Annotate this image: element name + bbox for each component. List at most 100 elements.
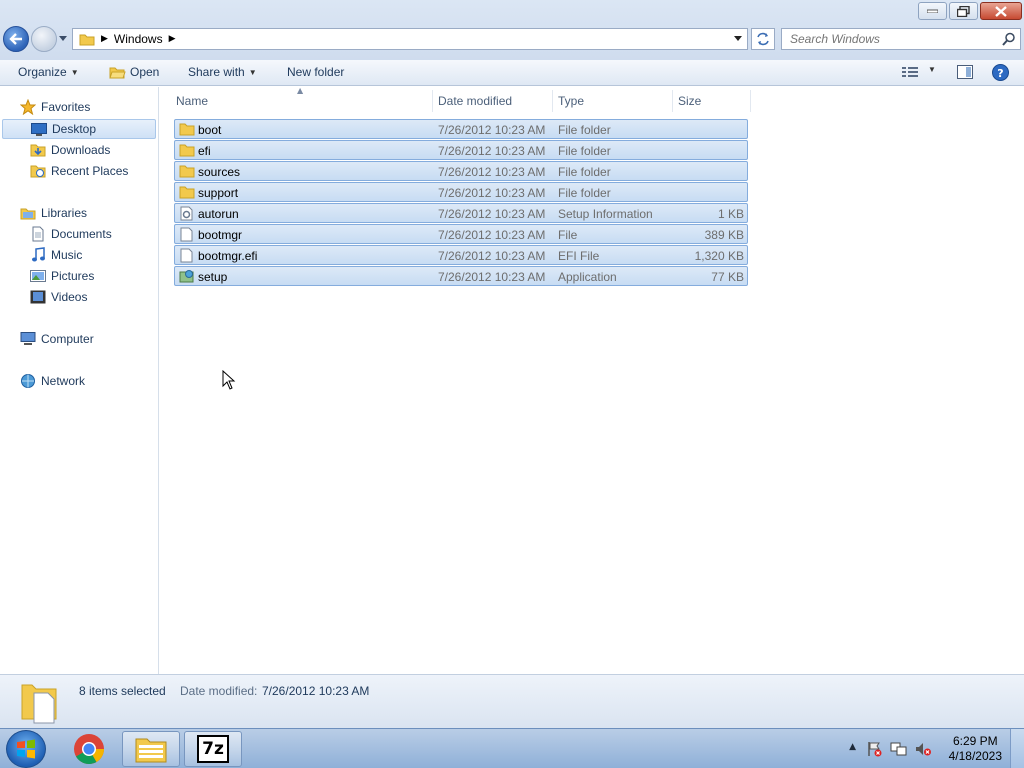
restore-icon: [957, 5, 970, 17]
nav-downloads[interactable]: Downloads: [30, 140, 110, 160]
window-controls: [918, 2, 1022, 20]
file-row-bootmgr[interactable]: bootmgr 7/26/2012 10:23 AM File 389 KB: [174, 224, 748, 244]
file-row-support[interactable]: support 7/26/2012 10:23 AM File folder: [174, 182, 748, 202]
star-icon: [20, 99, 36, 115]
file-name: autorun: [198, 207, 239, 221]
breadcrumb-separator-icon[interactable]: ▶: [169, 34, 176, 44]
nav-desktop-label: Desktop: [52, 122, 97, 136]
file-row-setup[interactable]: setup 7/26/2012 10:23 AM Application 77 …: [174, 266, 748, 286]
view-options-dropdown[interactable]: ▼: [928, 65, 936, 74]
file-row-sources[interactable]: sources 7/26/2012 10:23 AM File folder: [174, 161, 748, 181]
nav-music-label: Music: [51, 248, 83, 262]
navigation-buttons: [3, 26, 69, 52]
column-divider[interactable]: [432, 90, 433, 112]
taskbar-explorer[interactable]: [122, 731, 180, 767]
folder-icon: [179, 144, 195, 157]
file-type: Setup Information: [558, 207, 653, 221]
file-date: 7/26/2012 10:23 AM: [438, 228, 546, 242]
file-size: 1,320 KB: [694, 249, 744, 263]
nav-network[interactable]: Network: [20, 371, 85, 391]
column-name[interactable]: Name: [176, 94, 208, 108]
column-divider[interactable]: [552, 90, 553, 112]
back-arrow-icon: [9, 33, 22, 45]
windows-logo-icon: [17, 739, 35, 759]
close-icon: [995, 5, 1007, 17]
maximize-button[interactable]: [949, 2, 978, 20]
date-modified-value: 7/26/2012 10:23 AM: [262, 684, 370, 698]
file-type: File folder: [558, 123, 611, 137]
action-center-flag-icon[interactable]: [866, 741, 882, 757]
search-icon[interactable]: [1002, 32, 1016, 46]
open-button[interactable]: Open: [109, 65, 159, 79]
show-hidden-icons-icon[interactable]: ▲: [849, 742, 856, 752]
file-row-boot[interactable]: boot 7/26/2012 10:23 AM File folder: [174, 119, 748, 139]
folder-icon: [79, 34, 95, 46]
share-with-button[interactable]: Share with ▼: [188, 65, 257, 79]
nav-desktop[interactable]: Desktop: [2, 119, 156, 139]
column-divider[interactable]: [750, 90, 751, 112]
nav-recent-places[interactable]: Recent Places: [30, 161, 128, 181]
desktop-icon: [31, 122, 47, 136]
nav-recent-places-label: Recent Places: [51, 164, 129, 178]
organize-button[interactable]: Organize ▼: [18, 65, 79, 79]
clock-time: 6:29 PM: [952, 734, 998, 748]
minimize-button[interactable]: [918, 2, 947, 20]
multiple-files-icon: [21, 684, 57, 724]
clock[interactable]: 6:29 PM 4/18/2023: [949, 734, 1002, 764]
7zip-icon: 7z: [197, 735, 229, 763]
breadcrumb-windows[interactable]: Windows: [114, 32, 163, 46]
nav-documents[interactable]: Documents: [30, 224, 112, 244]
recent-places-icon: [30, 165, 46, 178]
change-view-button[interactable]: [902, 66, 918, 78]
videos-icon: [30, 290, 46, 304]
file-date: 7/26/2012 10:23 AM: [438, 270, 546, 284]
nav-pictures[interactable]: Pictures: [30, 266, 94, 286]
explorer-icon: [135, 738, 167, 763]
taskbar-chrome[interactable]: [60, 731, 118, 767]
taskbar-7zip[interactable]: 7z: [184, 731, 242, 767]
column-headers: ▲ Name Date modified Type Size: [171, 86, 751, 112]
close-button[interactable]: [980, 2, 1022, 20]
column-type[interactable]: Type: [558, 94, 584, 108]
date-modified-label: Date modified:: [180, 684, 258, 698]
address-dropdown-icon[interactable]: [734, 35, 743, 42]
nav-libraries[interactable]: Libraries: [20, 203, 87, 223]
new-folder-button[interactable]: New folder: [287, 65, 344, 79]
forward-button[interactable]: [31, 26, 57, 52]
column-divider[interactable]: [672, 90, 673, 112]
network-status-icon[interactable]: [890, 741, 907, 757]
computer-icon: [20, 332, 36, 345]
show-desktop-button[interactable]: [1010, 729, 1024, 768]
start-button[interactable]: [6, 730, 46, 768]
refresh-button[interactable]: [751, 28, 775, 50]
file-row-bootmgr-efi[interactable]: bootmgr.efi 7/26/2012 10:23 AM EFI File …: [174, 245, 748, 265]
back-button[interactable]: [3, 26, 29, 52]
file-row-autorun[interactable]: autorun 7/26/2012 10:23 AM Setup Informa…: [174, 203, 748, 223]
file-date: 7/26/2012 10:23 AM: [438, 144, 546, 158]
breadcrumb-separator-icon[interactable]: ▶: [101, 34, 108, 44]
nav-pictures-label: Pictures: [51, 269, 95, 283]
nav-computer[interactable]: Computer: [20, 329, 94, 349]
file-row-efi[interactable]: efi 7/26/2012 10:23 AM File folder: [174, 140, 748, 160]
nav-favorites[interactable]: Favorites: [20, 97, 90, 117]
preview-pane-button[interactable]: [957, 65, 973, 79]
view-list-icon: [902, 67, 918, 77]
volume-muted-icon[interactable]: [915, 741, 932, 757]
nav-music[interactable]: Music: [30, 245, 82, 265]
column-date-modified[interactable]: Date modified: [438, 94, 512, 108]
address-bar[interactable]: ▶ Windows ▶: [72, 28, 748, 50]
file-name: support: [198, 186, 239, 200]
7zip-label: 7z: [202, 739, 224, 759]
column-size[interactable]: Size: [678, 94, 701, 108]
nav-videos[interactable]: Videos: [30, 287, 87, 307]
file-icon: [180, 248, 193, 263]
search-input[interactable]: [782, 32, 992, 46]
chevron-down-icon: ▼: [928, 65, 936, 74]
search-box[interactable]: [781, 28, 1021, 50]
setup-info-icon: [180, 206, 193, 221]
recent-pages-dropdown-icon[interactable]: [59, 35, 69, 43]
minimize-icon: [927, 9, 938, 13]
nav-network-label: Network: [41, 374, 86, 388]
help-button[interactable]: ?: [992, 64, 1009, 81]
file-type: File folder: [558, 165, 611, 179]
